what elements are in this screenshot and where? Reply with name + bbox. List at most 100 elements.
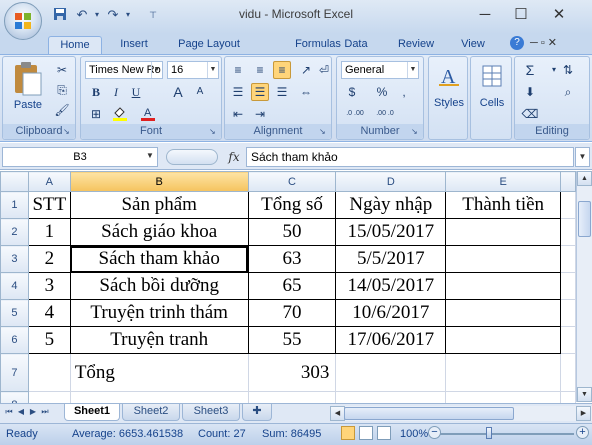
column-header-selected[interactable]: B <box>69 171 249 192</box>
cell-e1[interactable]: Thành tiền <box>445 191 562 219</box>
cell-e5[interactable] <box>445 299 562 327</box>
font-launcher-icon[interactable]: ↘ <box>209 127 219 137</box>
page-break-view-icon[interactable] <box>377 426 391 440</box>
align-left-icon[interactable]: ☰ <box>229 83 247 101</box>
merge-center-icon[interactable]: ⇔ <box>297 83 315 101</box>
column-header[interactable]: E <box>445 171 562 192</box>
cell[interactable] <box>560 191 576 219</box>
row-header[interactable]: 7 <box>0 353 29 392</box>
cell-c4[interactable]: 65 <box>247 272 337 300</box>
cell-e4[interactable] <box>445 272 562 300</box>
cell-b2[interactable]: Sách giáo khoa <box>69 218 249 246</box>
zoom-slider[interactable] <box>440 433 574 435</box>
horizontal-scroll-thumb[interactable] <box>344 407 514 420</box>
vertical-scrollbar[interactable]: ▲ ▼ <box>576 171 592 402</box>
bold-button[interactable]: B <box>87 83 105 101</box>
fill-icon[interactable]: ⬇ <box>521 83 539 101</box>
paste-label[interactable]: Paste <box>7 99 49 111</box>
office-button[interactable] <box>4 2 42 40</box>
scroll-left-icon[interactable]: ◀ <box>330 406 345 421</box>
cell-c2[interactable]: 50 <box>247 218 337 246</box>
cell[interactable] <box>560 326 576 354</box>
cell-d1[interactable]: Ngày nhập <box>335 191 447 219</box>
maximize-button[interactable]: ☐ <box>506 2 536 28</box>
cell-a1[interactable]: STT <box>27 191 71 219</box>
page-layout-view-icon[interactable] <box>359 426 373 440</box>
tab-insert[interactable]: Insert <box>112 36 156 54</box>
cell-b4[interactable]: Sách bồi dưỡng <box>69 272 249 300</box>
tab-view[interactable]: View <box>452 36 494 54</box>
row-header[interactable]: 3 <box>0 245 29 273</box>
worksheet-grid[interactable]: A B C D E 1 STT Sản phẩm Tổng số Ngày nh… <box>0 171 576 419</box>
increase-decimal-button[interactable]: .0 .00 <box>343 105 367 123</box>
shrink-font-button[interactable]: A <box>191 83 209 101</box>
align-center-icon[interactable]: ☰ <box>251 83 269 101</box>
insert-sheet-icon[interactable]: ✚ <box>242 404 272 421</box>
styles-group[interactable]: A Styles <box>428 56 468 140</box>
name-box[interactable]: B3 <box>2 147 158 167</box>
percent-button[interactable]: % <box>373 83 391 101</box>
cell-a3[interactable]: 2 <box>27 245 71 273</box>
cell-d7[interactable] <box>335 353 447 392</box>
cell-c6[interactable]: 55 <box>247 326 337 354</box>
orientation-icon[interactable]: ↗ <box>297 61 315 79</box>
column-header[interactable]: D <box>335 171 447 192</box>
cell-a2[interactable]: 1 <box>27 218 71 246</box>
minimize-button[interactable]: ─ <box>470 2 500 28</box>
sheet-tab-sheet2[interactable]: Sheet2 <box>122 404 180 421</box>
row-header[interactable]: 4 <box>0 272 29 300</box>
cell-a7[interactable] <box>27 353 71 392</box>
insert-function-button[interactable]: fx <box>224 147 244 167</box>
column-header[interactable]: C <box>247 171 337 192</box>
last-sheet-icon[interactable]: ⏭ <box>40 406 50 418</box>
format-painter-icon[interactable]: 🖌 <box>53 101 71 119</box>
select-all-corner[interactable] <box>0 171 29 192</box>
zoom-slider-thumb[interactable] <box>486 427 492 439</box>
copy-icon[interactable]: ⎘ <box>53 81 71 99</box>
wrap-text-icon[interactable]: ⏎ <box>315 61 333 79</box>
row-header[interactable]: 2 <box>0 218 29 246</box>
comma-button[interactable]: , <box>395 83 413 101</box>
underline-button[interactable]: U <box>127 83 145 101</box>
chevron-down-icon[interactable]: ▼ <box>146 151 156 163</box>
align-middle-icon[interactable]: ≡ <box>251 61 269 79</box>
align-top-icon[interactable]: ≡ <box>229 61 247 79</box>
normal-view-icon[interactable] <box>341 426 355 440</box>
borders-icon[interactable]: ⊞ <box>87 105 105 123</box>
cell-d4[interactable]: 14/05/2017 <box>335 272 447 300</box>
cell-e6[interactable] <box>445 326 562 354</box>
cell-d6[interactable]: 17/06/2017 <box>335 326 447 354</box>
cell-b3-active[interactable]: Sách tham khảo <box>69 245 249 273</box>
cells-group[interactable]: Cells <box>470 56 512 140</box>
prev-sheet-icon[interactable]: ◀ <box>16 406 26 418</box>
cell-e2[interactable] <box>445 218 562 246</box>
cell-b1[interactable]: Sản phẩm <box>69 191 249 219</box>
close-button[interactable]: ✕ <box>544 2 574 28</box>
formula-bar-splitter[interactable] <box>166 149 218 165</box>
number-format-select[interactable]: General ▼ <box>341 61 419 79</box>
row-header[interactable]: 6 <box>0 326 29 354</box>
cut-icon[interactable]: ✂ <box>53 61 71 79</box>
column-header[interactable] <box>560 171 576 192</box>
cell-e7[interactable] <box>445 353 562 392</box>
cell[interactable] <box>560 218 576 246</box>
clipboard-launcher-icon[interactable]: ↘ <box>63 127 73 137</box>
expand-formula-bar-icon[interactable]: ▼ <box>575 147 590 167</box>
sort-filter-icon[interactable]: ⇅ <box>559 61 577 79</box>
currency-button[interactable]: $ <box>343 83 361 101</box>
find-select-icon[interactable]: ⌕ <box>559 83 577 101</box>
cell[interactable] <box>560 299 576 327</box>
font-size-select[interactable]: 16 ▼ <box>167 61 219 79</box>
cell[interactable] <box>560 245 576 273</box>
cell-a6[interactable]: 5 <box>27 326 71 354</box>
cell-a5[interactable]: 4 <box>27 299 71 327</box>
scroll-right-icon[interactable]: ▶ <box>576 406 591 421</box>
increase-indent-icon[interactable]: ⇥ <box>251 105 269 123</box>
number-launcher-icon[interactable]: ↘ <box>411 127 421 137</box>
tab-page-layout[interactable]: Page Layout <box>170 36 248 54</box>
align-right-icon[interactable]: ☰ <box>273 83 291 101</box>
cell-d2[interactable]: 15/05/2017 <box>335 218 447 246</box>
help-icon[interactable]: ? <box>510 36 524 50</box>
zoom-in-icon[interactable]: + <box>576 426 589 439</box>
cell-e3[interactable] <box>445 245 562 273</box>
